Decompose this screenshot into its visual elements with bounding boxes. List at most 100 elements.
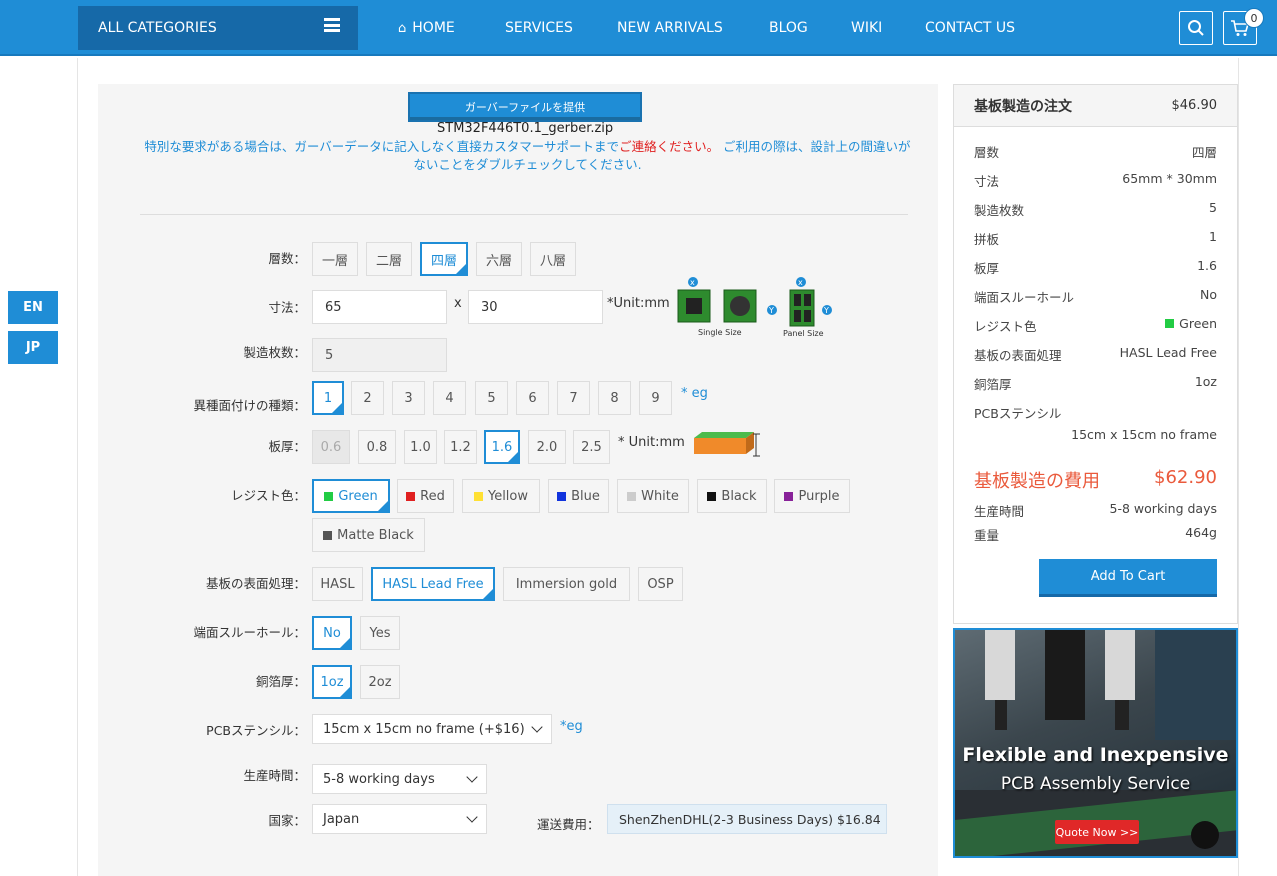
thickness-option-1-6[interactable]: 1.6 — [484, 430, 520, 464]
summary-row-stencil: PCBステンシル — [974, 406, 1062, 421]
edge-plating-label: 端面スルーホール： — [193, 625, 306, 640]
matte-black-swatch-icon — [323, 530, 333, 540]
hamburger-icon — [324, 18, 340, 32]
summary-row-finish: 基板の表面処理 HASL Lead Free — [974, 345, 1217, 363]
page-frame-right — [1238, 58, 1239, 876]
diff-option-1[interactable]: 1 — [312, 381, 344, 415]
country-select[interactable]: Japan — [312, 804, 487, 834]
edge-option-yes[interactable]: Yes — [360, 616, 400, 650]
nav-services[interactable]: SERVICES — [505, 0, 573, 56]
diff-option-3[interactable]: 3 — [392, 381, 425, 415]
mask-option-purple[interactable]: Purple — [774, 479, 850, 513]
banner-title: Flexible and Inexpensive — [962, 744, 1229, 766]
summary-row-panel: 拼板 1 — [974, 229, 1217, 247]
finish-option-osp[interactable]: OSP — [638, 567, 683, 601]
thickness-option-0-6[interactable]: 0.6 — [312, 430, 350, 464]
nav-blog[interactable]: BLOG — [769, 0, 808, 56]
nav-new-arrivals[interactable]: NEW ARRIVALS — [617, 0, 723, 56]
svg-text:Y: Y — [768, 306, 774, 315]
diff-option-8[interactable]: 8 — [598, 381, 631, 415]
svg-text:x: x — [798, 278, 803, 287]
all-categories-label: ALL CATEGORIES — [98, 20, 217, 36]
summary-row-qty: 製造枚数 5 — [974, 200, 1217, 218]
thickness-label: 板厚： — [268, 439, 306, 454]
thickness-option-2-5[interactable]: 2.5 — [573, 430, 610, 464]
stencil-select[interactable]: 15cm x 15cm no frame (+$16) — [312, 714, 552, 744]
mask-option-blue[interactable]: Blue — [548, 479, 609, 513]
chevron-down-icon — [466, 771, 478, 783]
summary-row-size: 寸法 65mm * 30mm — [974, 171, 1217, 189]
country-label: 国家： — [268, 813, 306, 828]
green-swatch-icon — [324, 491, 334, 501]
thickness-option-1-0[interactable]: 1.0 — [404, 430, 437, 464]
mask-option-matte-black[interactable]: Matte Black — [312, 518, 425, 552]
shipping-cost-label: 運送費用： — [537, 817, 600, 832]
panel-size-caption: Panel Size — [783, 329, 824, 338]
diff-option-2[interactable]: 2 — [351, 381, 384, 415]
order-summary-price: $46.90 — [1171, 98, 1218, 113]
mask-option-yellow[interactable]: Yellow — [462, 479, 540, 513]
diff-eg-link[interactable]: * eg — [681, 386, 708, 401]
order-summary-header: 基板製造の注文 $46.90 — [954, 85, 1237, 127]
thickness-option-2-0[interactable]: 2.0 — [528, 430, 566, 464]
layers-option-4[interactable]: 四層 — [420, 242, 468, 276]
contact-link[interactable]: ご連絡ください。 — [619, 139, 719, 154]
diff-option-5[interactable]: 5 — [475, 381, 508, 415]
board-thickness-icon — [694, 432, 760, 457]
layers-option-1[interactable]: 一層 — [312, 242, 358, 276]
black-swatch-icon — [707, 491, 717, 501]
add-to-cart-button[interactable]: Add To Cart — [1039, 559, 1217, 597]
size-x-separator: x — [454, 296, 462, 311]
finish-option-immersion-gold[interactable]: Immersion gold — [503, 567, 630, 601]
size-width-input[interactable]: 65 — [312, 290, 447, 324]
chevron-down-icon — [531, 721, 543, 733]
summary-cost: 基板製造の費用 $62.90 — [974, 467, 1217, 492]
cart-button[interactable]: 0 — [1223, 8, 1264, 45]
pcb-size-diagram-icon: x Y x Y Single Size Panel Size — [677, 277, 832, 338]
finish-option-hasl[interactable]: HASL — [312, 567, 363, 601]
diff-option-7[interactable]: 7 — [557, 381, 590, 415]
size-label: 寸法： — [268, 300, 306, 315]
purple-swatch-icon — [784, 491, 794, 501]
finish-option-hasl-lead-free[interactable]: HASL Lead Free — [371, 567, 495, 601]
nav-wiki[interactable]: WIKI — [851, 0, 882, 56]
layers-option-6[interactable]: 六層 — [476, 242, 522, 276]
thickness-unit-label: * Unit:mm — [618, 435, 685, 450]
chevron-down-icon — [466, 811, 478, 823]
white-swatch-icon — [627, 491, 637, 501]
svg-text:Y: Y — [823, 306, 829, 315]
home-icon: ⌂ — [398, 20, 407, 36]
thickness-option-1-2[interactable]: 1.2 — [444, 430, 477, 464]
layers-option-8[interactable]: 八層 — [530, 242, 576, 276]
search-button[interactable] — [1179, 11, 1213, 45]
mask-option-red[interactable]: Red — [397, 479, 454, 513]
diff-option-4[interactable]: 4 — [433, 381, 466, 415]
summary-row-copper: 銅箔厚 1oz — [974, 374, 1217, 392]
stencil-eg-link[interactable]: *eg — [560, 719, 583, 734]
thickness-option-0-8[interactable]: 0.8 — [358, 430, 396, 464]
edge-option-no[interactable]: No — [312, 616, 352, 650]
qty-input[interactable]: 5 — [312, 338, 447, 372]
size-unit-label: *Unit:mm — [607, 296, 670, 311]
copper-option-1oz[interactable]: 1oz — [312, 665, 352, 699]
banner-subtitle: PCB Assembly Service — [1000, 774, 1191, 794]
diff-option-6[interactable]: 6 — [516, 381, 549, 415]
mask-option-white[interactable]: White — [617, 479, 689, 513]
nav-home[interactable]: ⌂ HOME — [398, 0, 455, 56]
layers-option-2[interactable]: 二層 — [366, 242, 412, 276]
nav-contact-us[interactable]: CONTACT US — [925, 0, 1015, 56]
page-frame-left — [77, 58, 78, 876]
all-categories-menu[interactable]: ALL CATEGORIES — [78, 6, 358, 50]
size-height-input[interactable]: 30 — [468, 290, 603, 324]
quote-now-button[interactable]: Quote Now >> — [1055, 820, 1139, 844]
lead-time-select[interactable]: 5-8 working days — [312, 764, 487, 794]
diff-option-9[interactable]: 9 — [639, 381, 672, 415]
green-swatch-icon — [1165, 319, 1175, 328]
pcb-assembly-banner[interactable]: Flexible and Inexpensive PCB Assembly Se… — [953, 628, 1238, 858]
mask-option-black[interactable]: Black — [697, 479, 767, 513]
shipping-method-value[interactable]: ShenZhenDHL(2-3 Business Days) $16.84 — [607, 804, 887, 834]
copper-option-2oz[interactable]: 2oz — [360, 665, 400, 699]
upload-gerber-button[interactable]: ガーバーファイルを提供 — [408, 92, 642, 122]
mask-option-green[interactable]: Green — [312, 479, 390, 513]
summary-row-mask: レジスト色 Green — [974, 316, 1217, 334]
